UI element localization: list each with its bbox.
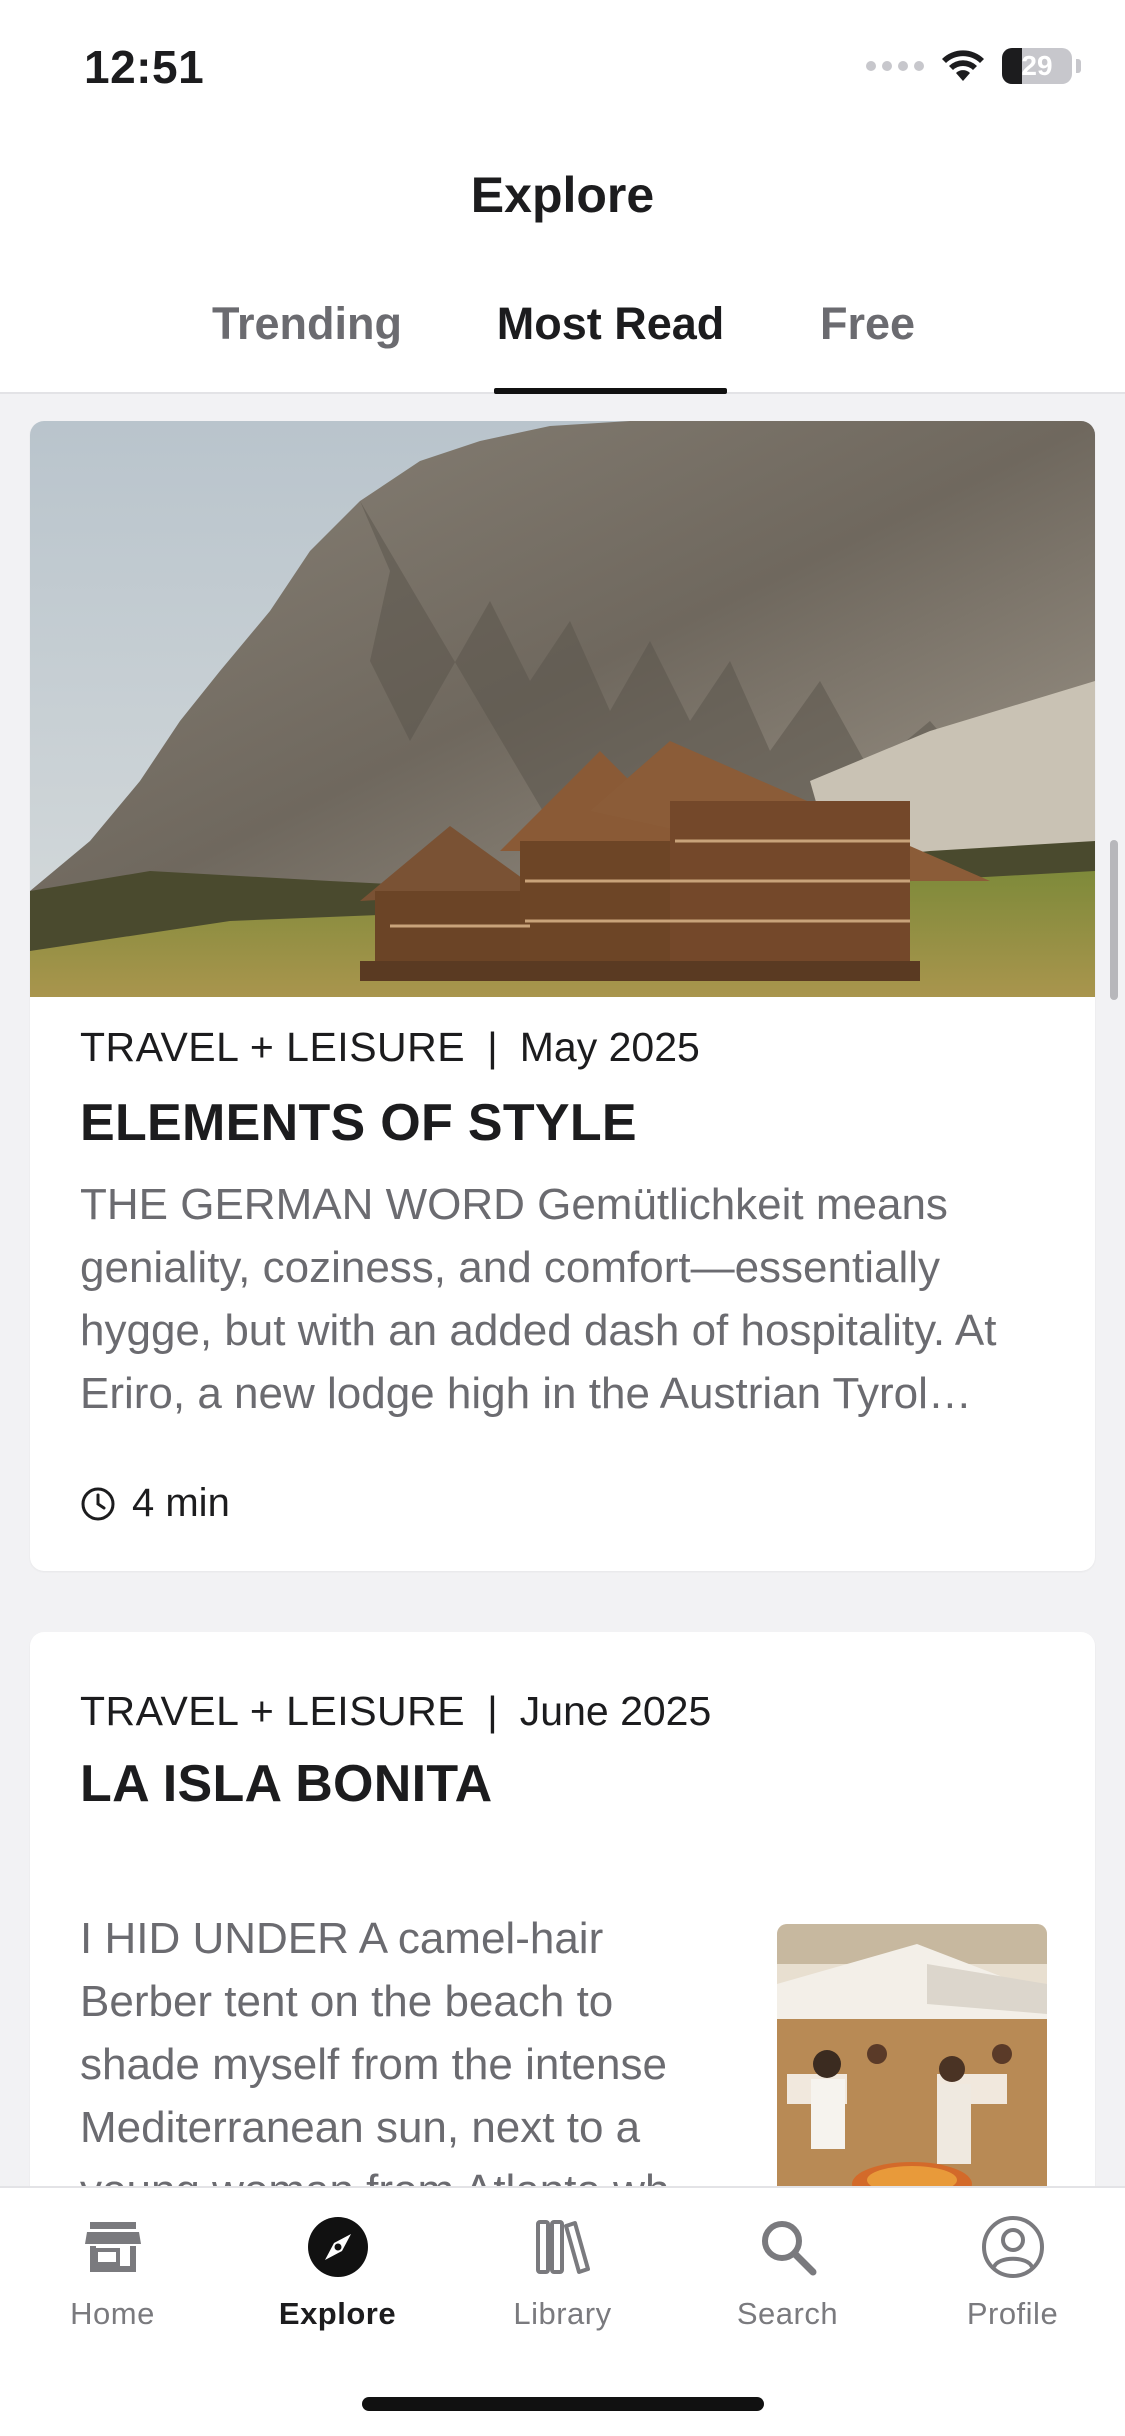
tab-trending[interactable]: Trending: [198, 298, 416, 394]
tab-bar-explore-label: Explore: [278, 2296, 397, 2331]
books-icon: [535, 2220, 590, 2274]
tab-bar-profile-label: Profile: [966, 2296, 1059, 2331]
read-time-label: 4 min: [132, 1481, 230, 1525]
header: Explore Trending Most Read Free: [0, 120, 1125, 394]
app-screen: 12:51 29 Explore Trending Most Read Free…: [0, 0, 1125, 2436]
tab-most-read[interactable]: Most Read: [494, 298, 727, 394]
tab-bar-library-label: Library: [513, 2296, 612, 2331]
issue-date: June 2025: [519, 1688, 712, 1734]
wifi-icon: [942, 50, 984, 81]
tab-trending-label: Trending: [212, 298, 402, 349]
status-indicators: 29: [866, 48, 1081, 84]
issue-date: May 2025: [519, 1024, 700, 1070]
publication-name: TRAVEL + LEISURE: [80, 1024, 466, 1070]
tab-free[interactable]: Free: [800, 298, 935, 394]
publication-name: TRAVEL + LEISURE: [80, 1688, 466, 1734]
meta-separator: |: [487, 1024, 498, 1070]
scroll-indicator[interactable]: [1110, 840, 1118, 1000]
article-meta: TRAVEL + LEISURE | June 2025: [80, 1688, 711, 1735]
storefront-icon: [84, 2222, 141, 2272]
tab-free-label: Free: [819, 298, 916, 349]
tab-bar-home-label: Home: [70, 2296, 155, 2331]
tab-bar-profile[interactable]: Profile: [900, 2214, 1125, 2332]
tab-bar-explore[interactable]: Explore: [225, 2214, 450, 2332]
clock-icon: [81, 1487, 115, 1520]
tab-most-read-label: Most Read: [496, 298, 725, 349]
article-excerpt: I HID UNDER A camel-hair Berber tent on …: [80, 1914, 669, 2215]
battery-level: 29: [1021, 50, 1053, 81]
battery-icon: 29: [1002, 48, 1072, 84]
article-headline: ELEMENTS OF STYLE: [80, 1094, 637, 1152]
status-bar: 12:51 29: [0, 0, 1125, 120]
cellular-signal-icon: [866, 61, 924, 71]
segment-tabs: Trending Most Read Free: [0, 298, 1125, 394]
home-indicator[interactable]: [362, 2397, 764, 2411]
page-title: Explore: [470, 167, 655, 223]
tab-bar-search-label: Search: [736, 2296, 839, 2331]
article-meta: TRAVEL + LEISURE | May 2025: [80, 1024, 700, 1071]
person-circle-icon: [981, 2216, 1044, 2278]
status-time: 12:51: [84, 41, 205, 93]
article-excerpt: THE GERMAN WORD Gemütlichkeit means geni…: [80, 1180, 997, 1418]
tab-bar-library[interactable]: Library: [450, 2214, 675, 2332]
mountain-lodge-photo: [30, 421, 1095, 997]
meta-separator: |: [487, 1688, 498, 1734]
article-card[interactable]: TRAVEL + LEISURE | May 2025 ELEMENTS OF …: [30, 421, 1095, 1571]
active-tab-underline: [494, 388, 727, 394]
read-time: 4 min: [80, 1481, 230, 1526]
compass-icon: [307, 2217, 368, 2277]
tab-bar-search[interactable]: Search: [675, 2214, 900, 2332]
magnifier-icon: [761, 2221, 816, 2276]
battery-cap: [1076, 59, 1081, 73]
article-headline: LA ISLA BONITA: [80, 1755, 493, 1813]
tab-bar-home[interactable]: Home: [0, 2214, 225, 2332]
